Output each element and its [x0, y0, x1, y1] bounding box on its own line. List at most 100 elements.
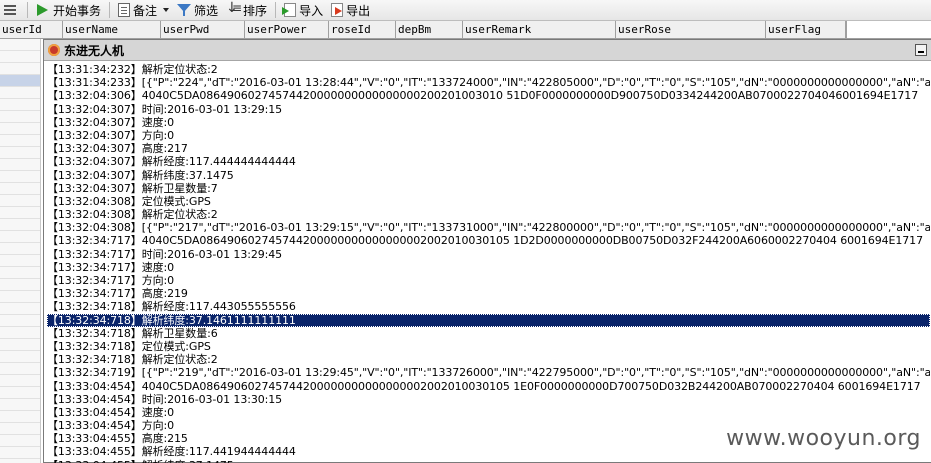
- table-row[interactable]: [0, 111, 40, 123]
- table-row[interactable]: [0, 135, 40, 147]
- log-line[interactable]: 【13:32:34:717】时间:2016-03-01 13:29:45: [47, 248, 930, 261]
- sort-label: 排序: [243, 3, 268, 18]
- table-row[interactable]: [0, 267, 40, 279]
- data-grid-rows: [0, 39, 41, 463]
- table-row[interactable]: [0, 327, 40, 339]
- table-row[interactable]: [0, 87, 40, 99]
- filter-button[interactable]: 筛选: [173, 0, 222, 20]
- column-header-userRemark[interactable]: userRemark: [463, 21, 616, 38]
- toolbar-separator: [109, 2, 111, 18]
- table-row[interactable]: [0, 351, 40, 363]
- table-row[interactable]: [0, 75, 40, 87]
- log-line[interactable]: 【13:32:04:308】[{"P":"217","dT":"2016-03-…: [47, 221, 930, 234]
- column-header-userRose[interactable]: userRose: [616, 21, 766, 38]
- log-line[interactable]: 【13:33:04:454】4040C5DA086490602745744200…: [47, 380, 930, 393]
- column-header-userId[interactable]: userId: [0, 21, 63, 38]
- table-row[interactable]: [0, 447, 40, 459]
- log-window: 东进无人机 【13:31:34:232】解析定位状态:2 【13:31:34:23…: [43, 39, 931, 463]
- table-row[interactable]: [0, 123, 40, 135]
- table-row[interactable]: [0, 279, 40, 291]
- toolbar-separator: [27, 2, 28, 18]
- table-row[interactable]: [0, 147, 40, 159]
- log-line[interactable]: 【13:32:04:307】解析卫星数量:7: [47, 182, 930, 195]
- play-icon: [36, 3, 50, 17]
- log-line[interactable]: 【13:32:04:307】高度:217: [47, 142, 930, 155]
- table-row[interactable]: [0, 63, 40, 75]
- log-line[interactable]: 【13:32:04:307】方向:0: [47, 129, 930, 142]
- column-header-userName[interactable]: userName: [63, 21, 161, 38]
- log-line[interactable]: 【13:32:34:717】高度:219: [47, 287, 930, 300]
- chevron-down-icon[interactable]: [163, 8, 170, 12]
- table-row[interactable]: [0, 231, 40, 243]
- watermark: www.wooyun.org: [726, 426, 921, 451]
- note-icon: [118, 3, 131, 17]
- table-row[interactable]: [0, 195, 40, 207]
- export-button[interactable]: 导出: [327, 0, 374, 20]
- minimize-button[interactable]: [915, 44, 927, 56]
- column-header-userPwd[interactable]: userPwd: [161, 21, 245, 38]
- toolbar-separator: [275, 2, 277, 18]
- log-line[interactable]: 【13:33:04:455】解析纬度:37.1475: [47, 459, 930, 463]
- menu-icon: [4, 3, 16, 17]
- log-line[interactable]: 【13:32:04:307】解析经度:117.444444444444: [47, 155, 930, 168]
- table-row[interactable]: [0, 255, 40, 267]
- column-header-depBm[interactable]: depBm: [396, 21, 463, 38]
- menu-button[interactable]: [0, 0, 23, 20]
- table-row[interactable]: [0, 423, 40, 435]
- table-row[interactable]: [0, 339, 40, 351]
- log-line[interactable]: 【13:32:34:718】定位模式:GPS: [47, 340, 930, 353]
- table-row[interactable]: [0, 243, 40, 255]
- log-line[interactable]: 【13:32:34:719】[{"P":"219","dT":"2016-03-…: [47, 366, 930, 379]
- table-row[interactable]: [0, 51, 40, 63]
- table-row[interactable]: [0, 39, 40, 51]
- log-list[interactable]: 【13:31:34:232】解析定位状态:2 【13:31:34:233】[{"P…: [47, 63, 930, 463]
- table-row[interactable]: [0, 291, 40, 303]
- log-line[interactable]: 【13:32:04:307】时间:2016-03-01 13:29:15: [47, 103, 930, 116]
- sort-button[interactable]: 排序: [222, 0, 271, 20]
- log-line[interactable]: 【13:32:34:717】4040C5DA086490602745744200…: [47, 234, 930, 247]
- log-line[interactable]: 【13:33:04:454】时间:2016-03-01 13:30:15: [47, 393, 930, 406]
- column-header-userPower[interactable]: userPower: [245, 21, 329, 38]
- log-line[interactable]: 【13:33:04:454】速度:0: [47, 406, 930, 419]
- log-line[interactable]: 【13:32:34:717】方向:0: [47, 274, 930, 287]
- table-row[interactable]: [0, 303, 40, 315]
- start-transaction-button[interactable]: 开始事务: [32, 0, 105, 20]
- table-row[interactable]: [0, 207, 40, 219]
- table-row[interactable]: [0, 435, 40, 447]
- column-header-roseId[interactable]: roseId: [329, 21, 396, 38]
- grid-header: userId userName userPwd userPower roseId…: [0, 21, 931, 39]
- log-line[interactable]: 【13:32:04:307】解析纬度:37.1475: [47, 169, 930, 182]
- log-line[interactable]: 【13:32:04:308】定位模式:GPS: [47, 195, 930, 208]
- table-row[interactable]: [0, 399, 40, 411]
- log-line[interactable]: 【13:32:04:308】解析定位状态:2: [47, 208, 930, 221]
- table-row[interactable]: [0, 99, 40, 111]
- log-line[interactable]: 【13:31:34:233】[{"P":"224","dT":"2016-03-…: [47, 76, 930, 89]
- table-row[interactable]: [0, 183, 40, 195]
- table-row[interactable]: [0, 411, 40, 423]
- column-header-userFlag[interactable]: userFlag: [766, 21, 846, 38]
- window-titlebar[interactable]: 东进无人机: [44, 40, 931, 61]
- table-row[interactable]: [0, 375, 40, 387]
- log-line[interactable]: 【13:32:34:717】速度:0: [47, 261, 930, 274]
- log-line-selected[interactable]: 【13:32:34:718】解析纬度:37.1461111111111: [47, 313, 930, 327]
- table-row[interactable]: [0, 219, 40, 231]
- note-button[interactable]: 备注: [114, 0, 173, 20]
- table-row[interactable]: [0, 171, 40, 183]
- export-icon: [331, 3, 344, 17]
- start-transaction-label: 开始事务: [53, 3, 102, 18]
- import-button[interactable]: 导入: [280, 0, 327, 20]
- window-title: 东进无人机: [64, 43, 125, 58]
- log-line[interactable]: 【13:31:34:232】解析定位状态:2: [47, 63, 930, 76]
- table-row[interactable]: [0, 315, 40, 327]
- log-line[interactable]: 【13:32:04:306】4040C5DA086490602745744200…: [47, 89, 930, 102]
- table-row[interactable]: [0, 459, 40, 463]
- log-line[interactable]: 【13:32:04:307】速度:0: [47, 116, 930, 129]
- table-row[interactable]: [0, 159, 40, 171]
- table-row[interactable]: [0, 363, 40, 375]
- table-row[interactable]: [0, 387, 40, 399]
- import-label: 导入: [299, 3, 324, 18]
- log-line[interactable]: 【13:32:34:718】解析卫星数量:6: [47, 327, 930, 340]
- log-line[interactable]: 【13:32:34:718】解析经度:117.443055555556: [47, 300, 930, 313]
- sort-icon: [226, 0, 242, 17]
- log-line[interactable]: 【13:32:34:718】解析定位状态:2: [47, 353, 930, 366]
